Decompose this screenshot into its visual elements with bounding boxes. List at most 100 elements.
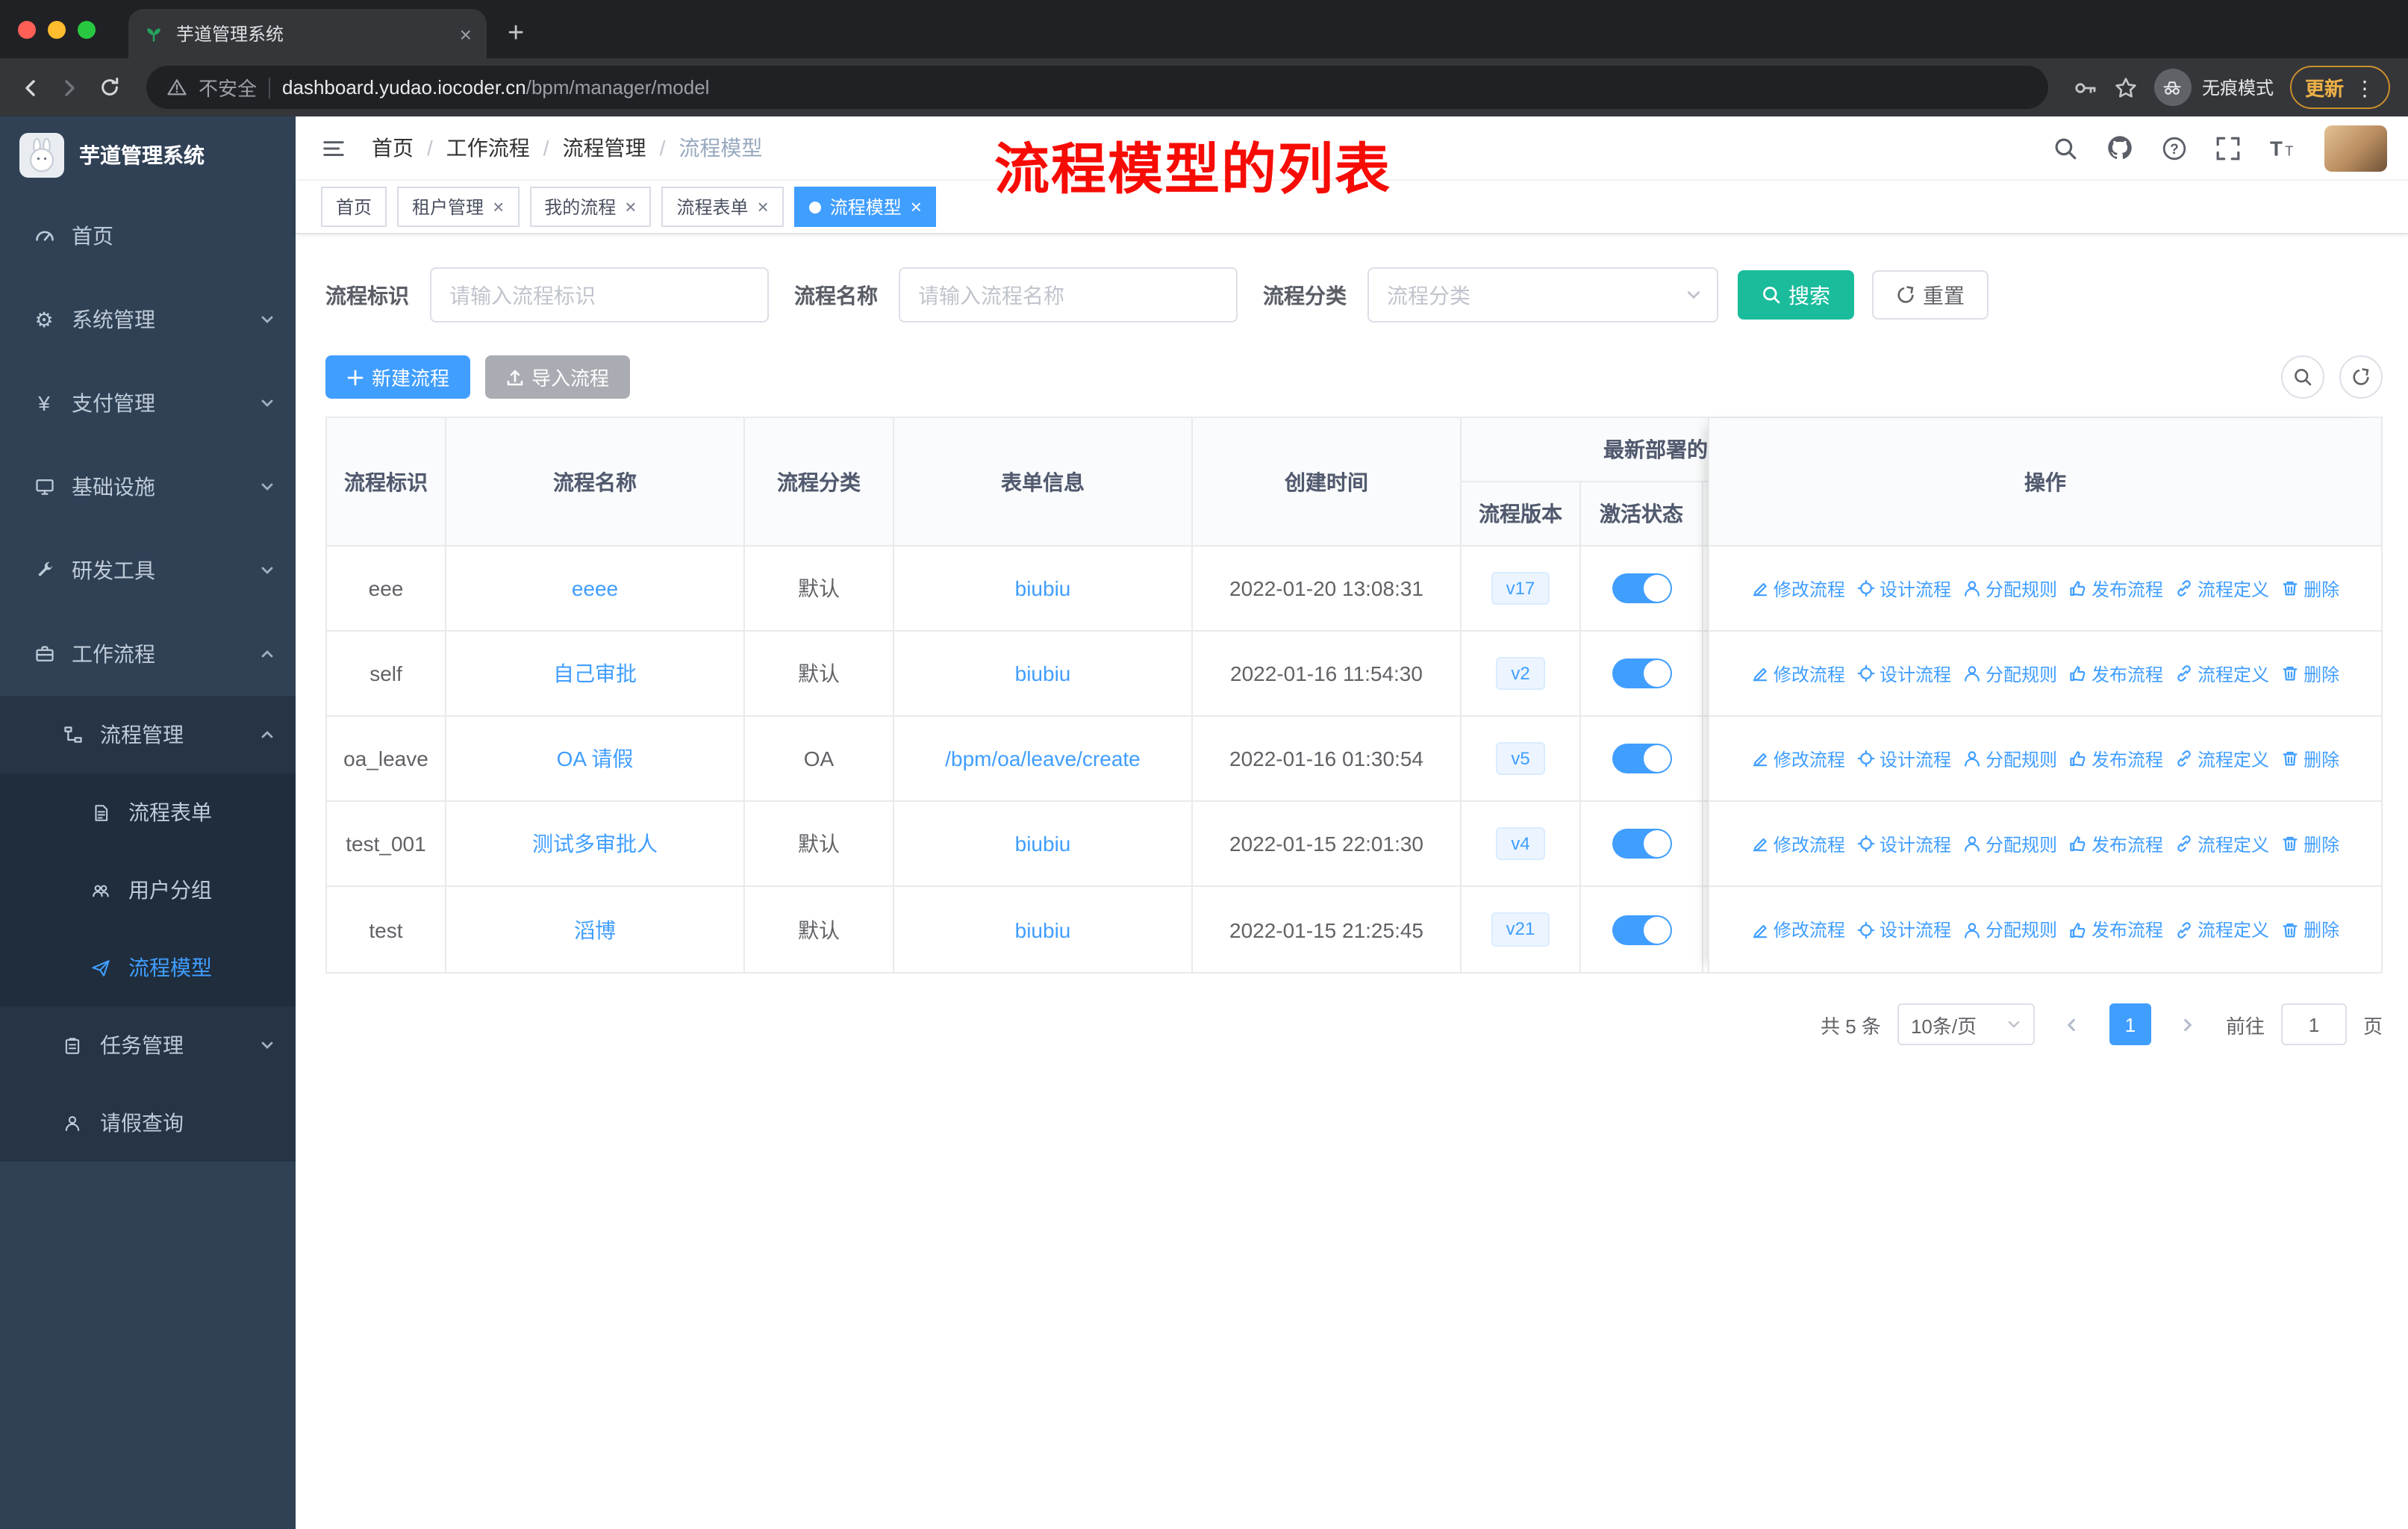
- op-delete[interactable]: 删除: [2281, 831, 2339, 856]
- tag-tenant[interactable]: 租户管理 ×: [397, 187, 520, 227]
- reload-icon[interactable]: [99, 76, 121, 99]
- window-close-button[interactable]: [18, 20, 36, 38]
- op-delete[interactable]: 删除: [2281, 917, 2339, 942]
- op-process-definition[interactable]: 流程定义: [2175, 661, 2269, 686]
- op-edit-process[interactable]: 修改流程: [1751, 831, 1845, 856]
- goto-page-input[interactable]: [2280, 1003, 2347, 1045]
- browser-tab[interactable]: 芋道管理系统 ×: [128, 9, 487, 58]
- active-toggle[interactable]: [1612, 744, 1671, 773]
- page-number-button[interactable]: 1: [2109, 1003, 2151, 1045]
- bookmark-star-icon[interactable]: [2114, 75, 2138, 99]
- close-icon[interactable]: ×: [758, 197, 769, 217]
- search-button[interactable]: 搜索: [1738, 270, 1854, 320]
- op-edit-process[interactable]: 修改流程: [1751, 661, 1845, 686]
- op-delete[interactable]: 删除: [2281, 746, 2339, 771]
- browser-update-button[interactable]: 更新 ⋮: [2289, 66, 2390, 109]
- refresh-table-icon[interactable]: [2339, 355, 2383, 399]
- password-key-icon[interactable]: [2074, 75, 2097, 99]
- version-badge[interactable]: v5: [1496, 741, 1545, 776]
- sidebar-item-home[interactable]: 首页: [0, 194, 296, 278]
- op-assign-rule[interactable]: 分配规则: [1963, 576, 2057, 601]
- url-bar[interactable]: 不安全 dashboard.yudao.iocoder.cn/bpm/manag…: [146, 66, 2048, 109]
- fullscreen-icon[interactable]: [2215, 135, 2241, 161]
- op-assign-rule[interactable]: 分配规则: [1963, 917, 2057, 942]
- form-info-link[interactable]: biubiu: [1015, 832, 1071, 856]
- op-design-process[interactable]: 设计流程: [1857, 746, 1951, 771]
- tag-process-form[interactable]: 流程表单 ×: [661, 187, 784, 227]
- sidebar-item-workflow[interactable]: 工作流程: [0, 612, 296, 696]
- op-edit-process[interactable]: 修改流程: [1751, 576, 1845, 601]
- op-publish-process[interactable]: 发布流程: [2069, 576, 2163, 601]
- window-zoom-button[interactable]: [78, 20, 96, 38]
- category-select[interactable]: 流程分类: [1367, 267, 1718, 323]
- breadcrumb-item[interactable]: 工作流程: [446, 133, 530, 163]
- process-name-input[interactable]: [899, 267, 1238, 323]
- tag-home[interactable]: 首页: [321, 187, 387, 227]
- breadcrumb-item[interactable]: 首页: [372, 133, 414, 163]
- incognito-profile-chip[interactable]: 无痕模式: [2153, 69, 2274, 106]
- tab-close-icon[interactable]: ×: [460, 22, 472, 46]
- op-process-definition[interactable]: 流程定义: [2175, 917, 2269, 942]
- next-page-button[interactable]: [2167, 1003, 2209, 1045]
- process-name-link[interactable]: 测试多审批人: [532, 829, 658, 859]
- search-icon[interactable]: [2053, 135, 2078, 161]
- op-publish-process[interactable]: 发布流程: [2069, 831, 2163, 856]
- reset-button[interactable]: 重置: [1872, 270, 1989, 320]
- op-design-process[interactable]: 设计流程: [1857, 917, 1951, 942]
- form-info-link[interactable]: /bpm/oa/leave/create: [945, 747, 1141, 770]
- op-publish-process[interactable]: 发布流程: [2069, 917, 2163, 942]
- op-design-process[interactable]: 设计流程: [1857, 576, 1951, 601]
- op-edit-process[interactable]: 修改流程: [1751, 746, 1845, 771]
- process-name-link[interactable]: eeee: [572, 576, 618, 600]
- sidebar-item-system[interactable]: ⚙ 系统管理: [0, 278, 296, 361]
- version-badge[interactable]: v17: [1491, 571, 1550, 605]
- op-process-definition[interactable]: 流程定义: [2175, 746, 2269, 771]
- process-name-link[interactable]: 滔博: [574, 915, 616, 944]
- op-assign-rule[interactable]: 分配规则: [1963, 661, 2057, 686]
- process-name-link[interactable]: OA 请假: [557, 744, 634, 773]
- font-size-icon[interactable]: TT: [2269, 135, 2296, 161]
- prev-page-button[interactable]: [2050, 1003, 2093, 1045]
- op-delete[interactable]: 删除: [2281, 576, 2339, 601]
- breadcrumb-item[interactable]: 流程管理: [563, 133, 646, 163]
- tag-process-model[interactable]: 流程模型 ×: [793, 187, 937, 227]
- hamburger-icon[interactable]: [321, 137, 346, 159]
- sidebar-item-payment[interactable]: ¥ 支付管理: [0, 361, 296, 445]
- show-search-toggle-icon[interactable]: [2281, 355, 2324, 399]
- op-design-process[interactable]: 设计流程: [1857, 831, 1951, 856]
- close-icon[interactable]: ×: [625, 197, 636, 217]
- op-assign-rule[interactable]: 分配规则: [1963, 746, 2057, 771]
- form-info-link[interactable]: biubiu: [1015, 661, 1071, 685]
- active-toggle[interactable]: [1612, 658, 1671, 688]
- help-icon[interactable]: ?: [2162, 135, 2187, 161]
- page-size-select[interactable]: 10条/页: [1897, 1003, 2035, 1045]
- sidebar-item-infrastructure[interactable]: 基础设施: [0, 445, 296, 529]
- sidebar-item-process-management[interactable]: 流程管理: [0, 696, 296, 773]
- window-minimize-button[interactable]: [48, 20, 66, 38]
- op-delete[interactable]: 删除: [2281, 661, 2339, 686]
- sidebar-item-task-management[interactable]: 任务管理: [0, 1006, 296, 1084]
- security-label[interactable]: 不安全: [199, 73, 257, 102]
- sidebar-item-user-group[interactable]: 用户分组: [0, 851, 296, 929]
- github-icon[interactable]: [2106, 134, 2133, 161]
- back-icon[interactable]: [18, 75, 42, 99]
- create-process-button[interactable]: 新建流程: [325, 355, 471, 399]
- active-toggle[interactable]: [1612, 573, 1671, 603]
- process-name-link[interactable]: 自己审批: [553, 658, 637, 688]
- import-process-button[interactable]: 导入流程: [485, 355, 631, 399]
- close-icon[interactable]: ×: [911, 197, 922, 217]
- op-process-definition[interactable]: 流程定义: [2175, 576, 2269, 601]
- op-edit-process[interactable]: 修改流程: [1751, 917, 1845, 942]
- forward-icon[interactable]: [58, 75, 82, 99]
- version-badge[interactable]: v21: [1491, 912, 1550, 947]
- process-id-input[interactable]: [430, 267, 769, 323]
- close-icon[interactable]: ×: [493, 197, 504, 217]
- form-info-link[interactable]: biubiu: [1015, 918, 1071, 941]
- version-badge[interactable]: v4: [1496, 826, 1545, 861]
- active-toggle[interactable]: [1612, 829, 1671, 859]
- sidebar-item-dev-tools[interactable]: 研发工具: [0, 529, 296, 612]
- sidebar-item-process-model[interactable]: 流程模型: [0, 929, 296, 1006]
- url-text[interactable]: dashboard.yudao.iocoder.cn/bpm/manager/m…: [282, 76, 709, 99]
- active-toggle[interactable]: [1612, 915, 1671, 944]
- sidebar-item-leave-query[interactable]: 请假查询: [0, 1084, 296, 1162]
